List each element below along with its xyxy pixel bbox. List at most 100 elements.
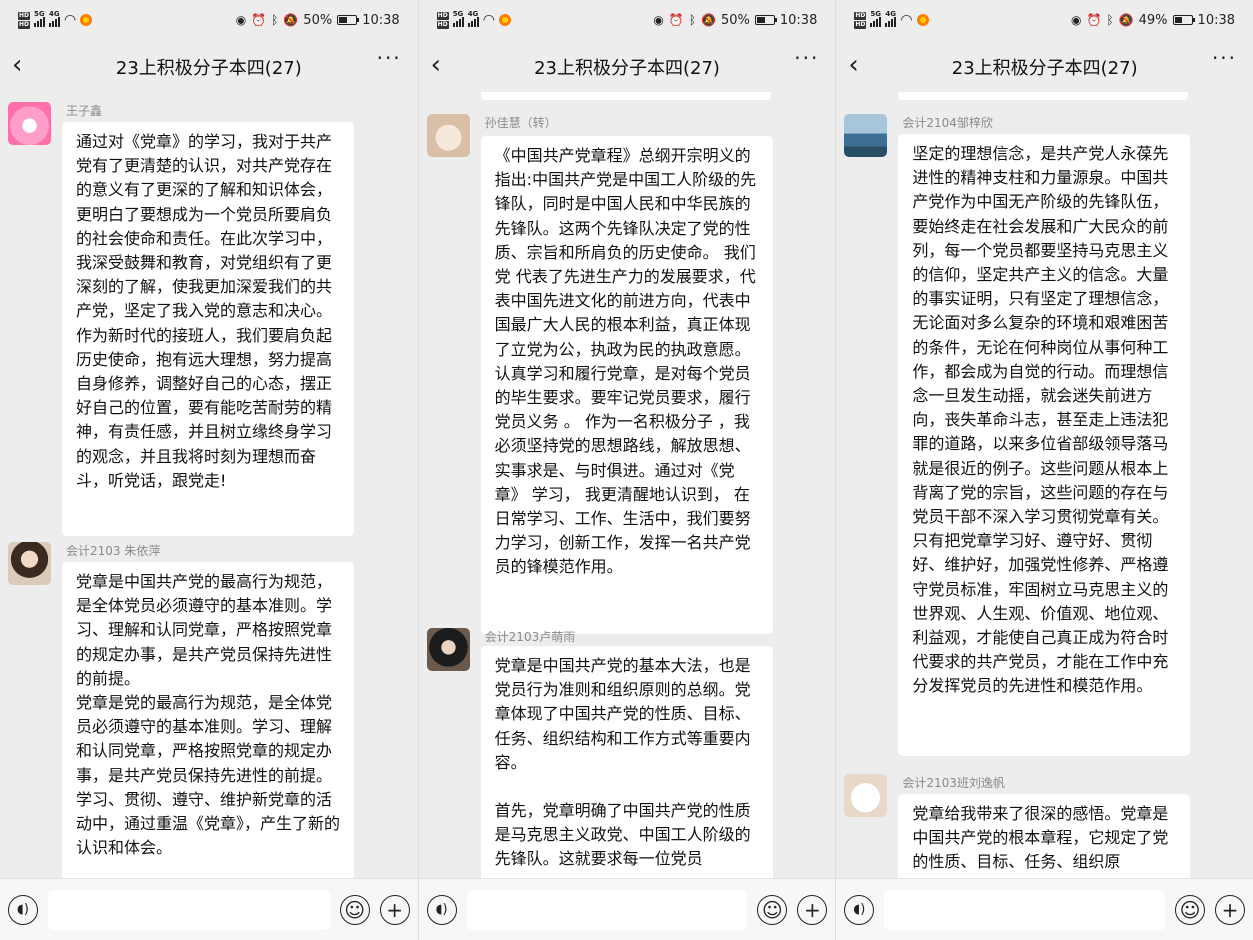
emoji-button[interactable]: ☺	[339, 894, 370, 925]
previous-message-bubble	[480, 92, 771, 100]
more-actions-button[interactable]: +	[379, 894, 410, 925]
more-actions-button[interactable]: +	[797, 894, 828, 925]
eye-icon: ◉	[653, 13, 664, 27]
signal-5g-icon: 5G	[34, 10, 46, 27]
sender-name: 会计2103卢萌雨	[484, 630, 576, 644]
more-options-button[interactable]: ···	[794, 46, 819, 70]
taobao-icon	[80, 14, 93, 26]
taobao-icon	[498, 14, 511, 26]
seaside-avatar[interactable]	[844, 114, 888, 157]
message-text: 党章是中国共产党的基本大法，也是党员行为准则和组织原则的总纲。党章体现了中国共产…	[494, 656, 751, 772]
signal-4g-icon: 4G	[467, 10, 479, 27]
chat-header: ‹ 23上积极分子本四(27) ···	[419, 44, 836, 90]
voice-input-button[interactable]: ◖)	[844, 894, 875, 925]
message-bubble[interactable]: 通过对《党章》的学习，我对于共产党有了更清楚的认识，对共产党存在的意义有了更深的…	[62, 122, 354, 536]
input-bar: ◖) ☺ +	[836, 878, 1253, 940]
battery-icon	[337, 15, 360, 25]
bluetooth-icon: ᛒ	[271, 13, 279, 27]
emoji-button[interactable]: ☺	[757, 894, 788, 925]
taobao-icon	[916, 14, 929, 26]
message-text: 学习、贯彻、遵守、维护新党章的活动中，通过重温《党章》，产生了新的认识和体会。	[76, 789, 341, 858]
message-text: 坚定的理想信念，是共产党人永葆先进性的精神支柱和力量源泉。中国共产党作为中国无产…	[912, 144, 1169, 696]
girl-sunglasses-avatar[interactable]	[8, 542, 51, 585]
message-bubble[interactable]: 党章是中国共产党的基本大法，也是党员行为准则和组织原则的总纲。党章体现了中国共产…	[480, 646, 773, 878]
battery-percent: 50%	[303, 12, 333, 28]
status-bar: HD HD 5G 4G ◠ ◉ ⏰ ᛒ 🔕 49% 10:38	[836, 0, 1253, 40]
hd-icon: HD HD	[18, 11, 31, 29]
message-bubble[interactable]: 《中国共产党章程》总纲开宗明义的指出:中国共产党是中国工人阶级的先锋队，同时是中…	[480, 136, 773, 634]
chat-screen: HD HD 5G 4G ◠ ◉ ⏰ ᛒ 🔕 50% 10:38 ‹ 23上积极分子…	[0, 0, 418, 940]
eye-icon: ◉	[235, 13, 247, 27]
message-list[interactable]: 会计2104邹梓欣坚定的理想信念，是共产党人永葆先进性的精神支柱和力量源泉。中国…	[836, 92, 1253, 878]
voice-input-button[interactable]: ◖)	[8, 894, 38, 925]
cat-avatar[interactable]	[426, 114, 470, 157]
clock-time: 10:38	[1197, 12, 1236, 28]
chat-screen: HD HD 5G 4G ◠ ◉ ⏰ ᛒ 🔕 50% 10:38 ‹ 23上积极分子…	[417, 0, 836, 940]
wifi-icon: ◠	[482, 12, 495, 28]
alarm-icon: ⏰	[668, 13, 684, 27]
message-text: 通过对《党章》的学习，我对于共产党有了更清楚的认识，对共产党存在的意义有了更深的…	[76, 132, 333, 490]
back-button[interactable]: ‹	[431, 50, 441, 80]
message-bubble[interactable]: 党章是中国共产党的最高行为规范，是全体党员必须遵守的基本准则。学习、理解和认同党…	[62, 562, 354, 878]
mute-icon: 🔕	[701, 13, 716, 27]
voice-input-button[interactable]: ◖)	[426, 894, 457, 925]
chat-header: ‹ 23上积极分子本四(27) ···	[836, 44, 1253, 90]
message-list[interactable]: 王子鑫通过对《党章》的学习，我对于共产党有了更清楚的认识，对共产党存在的意义有了…	[0, 92, 418, 878]
input-bar: ◖) ☺ +	[0, 878, 418, 940]
message-input[interactable]	[48, 889, 330, 930]
mute-icon: 🔕	[283, 13, 299, 27]
sender-name: 会计2103班刘逸帆	[902, 776, 1005, 790]
wifi-icon: ◠	[900, 12, 913, 28]
more-options-button[interactable]: ···	[1212, 46, 1237, 70]
bluetooth-icon: ᛒ	[1106, 13, 1114, 27]
emoji-button[interactable]: ☺	[1175, 894, 1206, 925]
input-bar: ◖) ☺ +	[418, 878, 836, 940]
hd-icon: HD HD	[854, 11, 867, 29]
sender-name: 王子鑫	[66, 104, 103, 118]
message-text: 首先，党章明确了中国共产党的性质是马克思主义政党、中国工人阶级的先锋队。这就要求…	[494, 801, 751, 869]
hd-icon: HD HD	[436, 11, 449, 29]
more-options-button[interactable]: ···	[377, 46, 402, 70]
message-input[interactable]	[884, 889, 1166, 930]
more-actions-button[interactable]: +	[1215, 894, 1246, 925]
back-button[interactable]: ‹	[12, 50, 22, 80]
chat-title: 23上积极分子本四(27)	[534, 58, 720, 79]
message-input[interactable]	[466, 889, 748, 930]
clock-time: 10:38	[779, 12, 818, 28]
message-bubble[interactable]: 党章给我带来了很深的感悟。党章是中国共产党的根本章程，它规定了党的性质、目标、任…	[898, 794, 1191, 878]
previous-message-bubble	[898, 92, 1189, 100]
eye-icon: ◉	[1071, 13, 1082, 27]
signal-5g-icon: 5G	[452, 10, 464, 27]
chat-title: 23上积极分子本四(27)	[951, 58, 1138, 79]
battery-icon	[1172, 15, 1195, 25]
sender-name: 会计2103 朱依萍	[66, 544, 161, 558]
battery-icon	[754, 15, 777, 25]
signal-5g-icon: 5G	[870, 10, 882, 27]
message-text: 党章是党的最高行为规范，是全体党员必须遵守的基本准则。学习、理解和认同党章，严格…	[76, 693, 333, 785]
status-bar: HD HD 5G 4G ◠ ◉ ⏰ ᛒ 🔕 50% 10:38	[0, 0, 418, 40]
alarm-icon: ⏰	[251, 13, 267, 27]
bluetooth-icon: ᛒ	[688, 13, 697, 27]
sender-name: 会计2104邹梓欣	[902, 116, 993, 130]
message-text: 《中国共产党章程》总纲开宗明义的指出:中国共产党是中国工人阶级的先锋队，同时是中…	[494, 146, 757, 577]
screenshot-collage: HD HD 5G 4G ◠ ◉ ⏰ ᛒ 🔕 50% 10:38 ‹ 23上积极分子…	[0, 0, 1253, 940]
signal-4g-icon: 4G	[49, 10, 61, 27]
chat-title: 23上积极分子本四(27)	[115, 58, 302, 79]
chat-screen: HD HD 5G 4G ◠ ◉ ⏰ ᛒ 🔕 49% 10:38 ‹ 23上积极分子…	[835, 0, 1253, 940]
back-button[interactable]: ‹	[848, 50, 858, 80]
chat-header: ‹ 23上积极分子本四(27) ···	[0, 44, 418, 90]
battery-percent: 50%	[720, 12, 750, 28]
message-bubble[interactable]: 坚定的理想信念，是共产党人永葆先进性的精神支柱和力量源泉。中国共产党作为中国无产…	[898, 134, 1191, 756]
status-bar: HD HD 5G 4G ◠ ◉ ⏰ ᛒ 🔕 50% 10:38	[419, 0, 836, 40]
white-cat-avatar[interactable]	[844, 774, 888, 817]
sender-name: 孙佳慧（转）	[484, 116, 557, 130]
pink-character-avatar[interactable]	[8, 102, 51, 145]
battery-percent: 49%	[1138, 12, 1168, 28]
girl-portrait-avatar[interactable]	[426, 628, 470, 671]
clock-time: 10:38	[362, 12, 400, 28]
message-list[interactable]: 孙佳慧（转） 《中国共产党章程》总纲开宗明义的指出:中国共产党是中国工人阶级的先锋…	[419, 92, 836, 878]
message-text: 党章是中国共产党的最高行为规范，是全体党员必须遵守的基本准则。学习、理解和认同党…	[76, 572, 333, 688]
message-text: 党章给我带来了很深的感悟。党章是中国共产党的根本章程，它规定了党的性质、目标、任…	[912, 804, 1169, 872]
wifi-icon: ◠	[64, 12, 77, 28]
signal-4g-icon: 4G	[885, 10, 897, 27]
